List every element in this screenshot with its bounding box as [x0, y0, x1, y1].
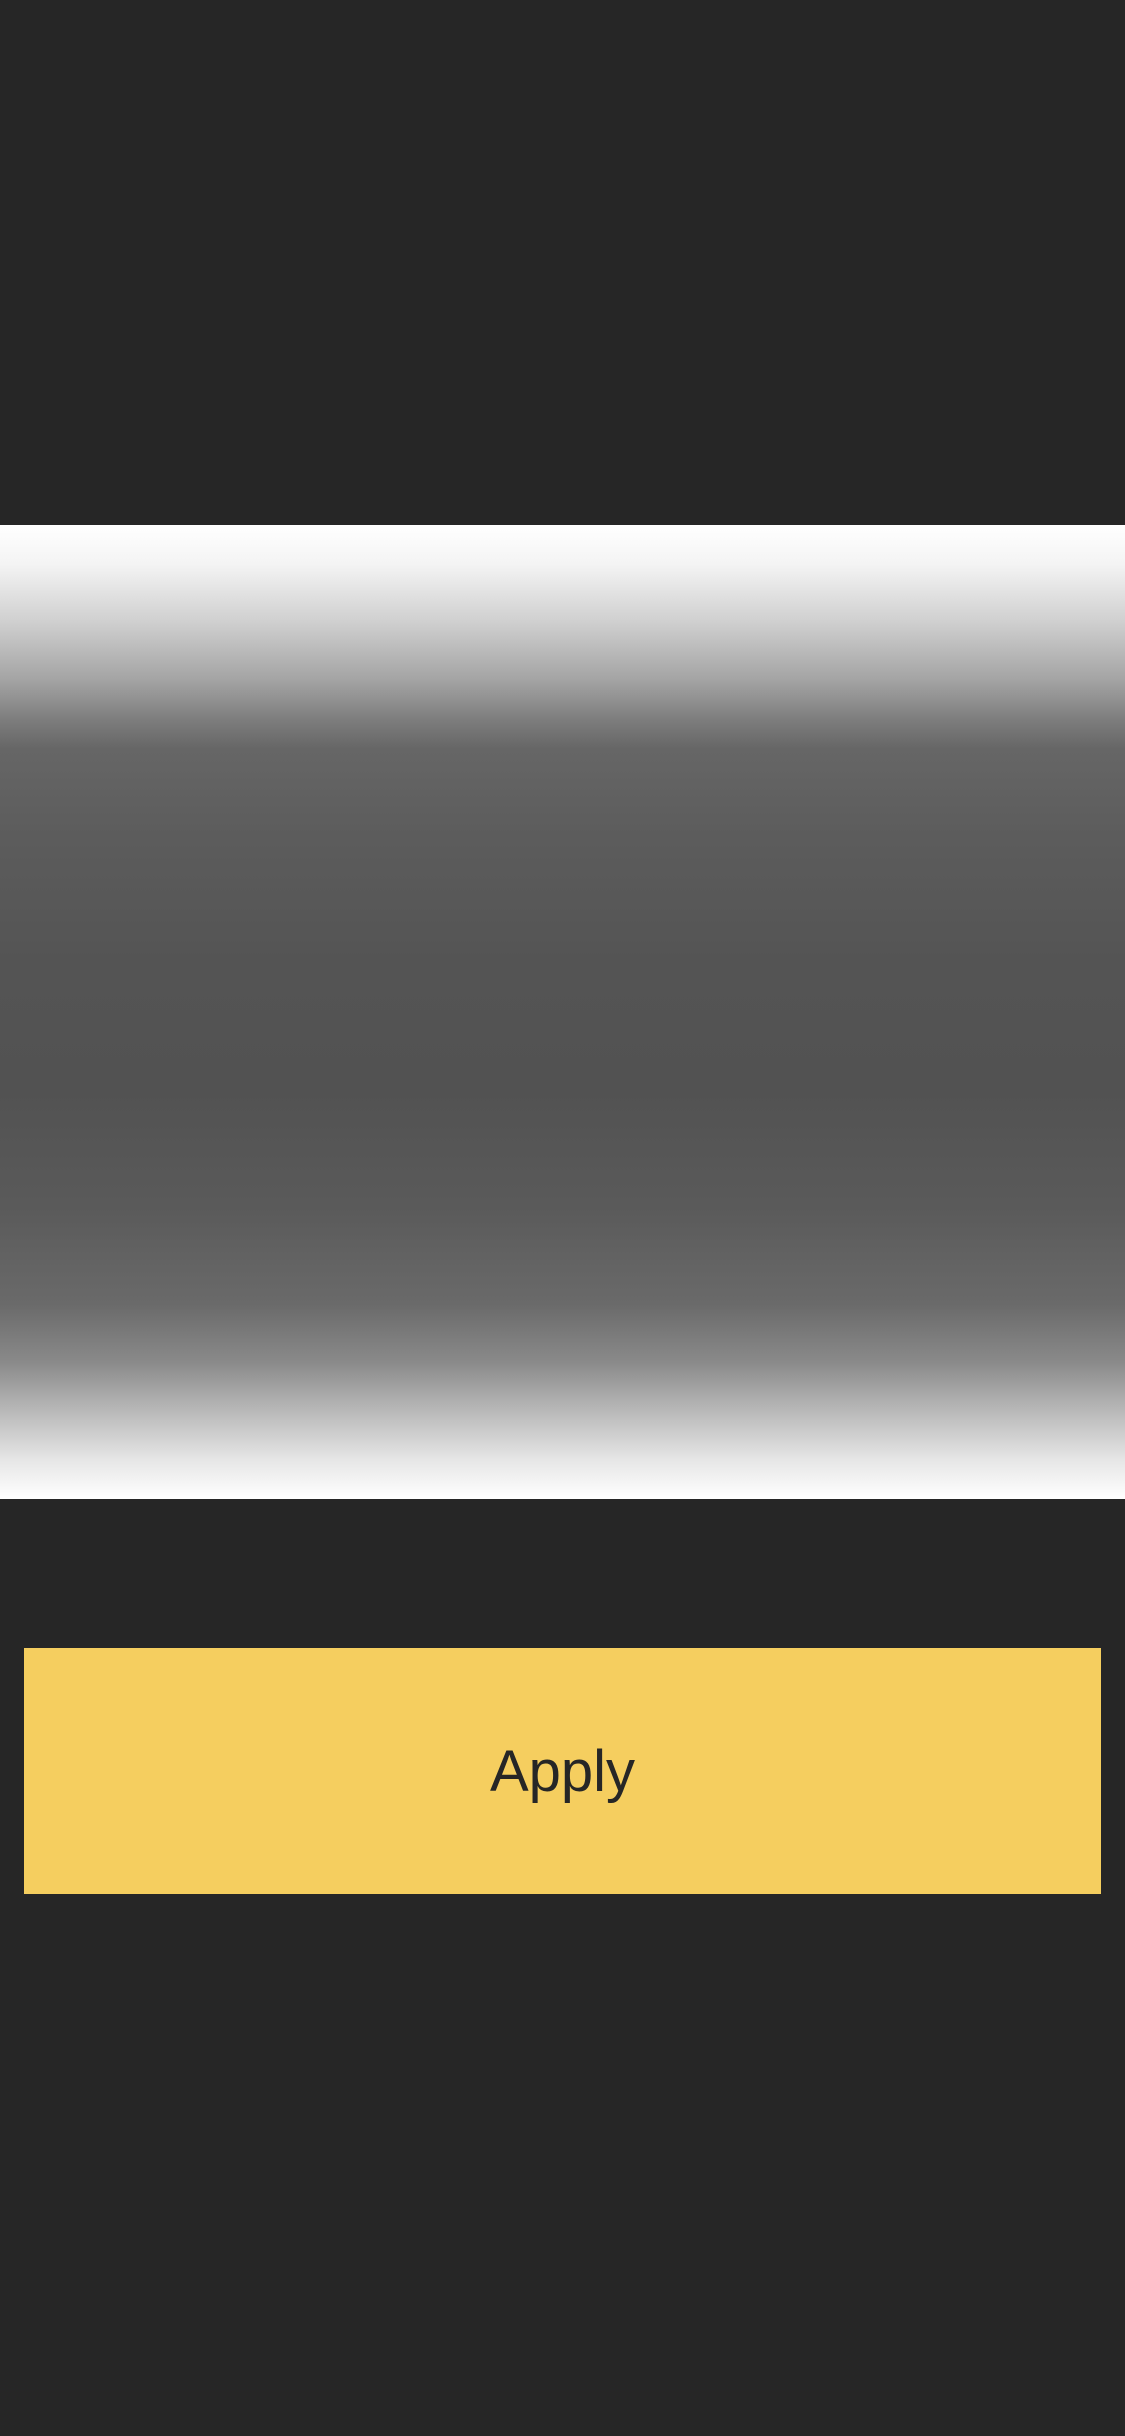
top-empty-area — [0, 0, 1125, 525]
apply-button[interactable]: Apply — [24, 1648, 1101, 1894]
gradient-preview-panel — [0, 525, 1125, 1499]
